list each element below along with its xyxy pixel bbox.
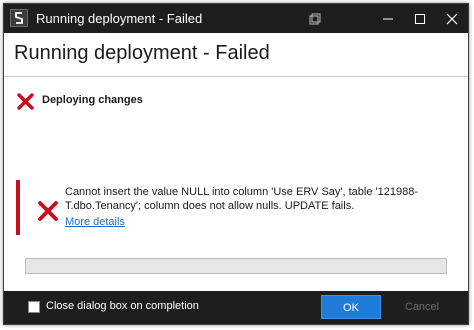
error-x-icon [38, 201, 58, 221]
close-button[interactable] [436, 4, 468, 33]
minimize-button[interactable] [372, 4, 404, 33]
cancel-button[interactable]: Cancel [390, 295, 454, 319]
close-on-completion-checkbox[interactable] [28, 301, 40, 313]
ok-button[interactable]: OK [321, 295, 381, 319]
deployment-dialog: Running deployment - Failed Running depl… [3, 3, 469, 325]
dialog-footer: Close dialog box on completion OK Cancel [4, 291, 468, 324]
error-x-icon [17, 93, 34, 110]
maximize-icon [415, 14, 425, 24]
maximize-button[interactable] [404, 4, 436, 33]
error-message: Cannot insert the value NULL into column… [65, 186, 418, 212]
error-accent-bar [16, 180, 20, 235]
error-panel: Cannot insert the value NULL into column… [16, 180, 456, 235]
window-state-icon [309, 12, 321, 25]
close-icon [446, 13, 458, 25]
dialog-header: Running deployment - Failed [4, 33, 468, 77]
title-bar[interactable]: Running deployment - Failed [4, 4, 468, 33]
checkbox-label[interactable]: Close dialog box on completion [46, 300, 199, 312]
ssms-app-icon [10, 9, 28, 27]
progress-bar [25, 258, 447, 274]
page-title: Running deployment - Failed [14, 42, 270, 64]
more-details-link[interactable]: More details [65, 216, 125, 228]
window-title: Running deployment - Failed [36, 11, 203, 26]
step-label: Deploying changes [42, 94, 143, 106]
minimize-icon [383, 18, 393, 20]
